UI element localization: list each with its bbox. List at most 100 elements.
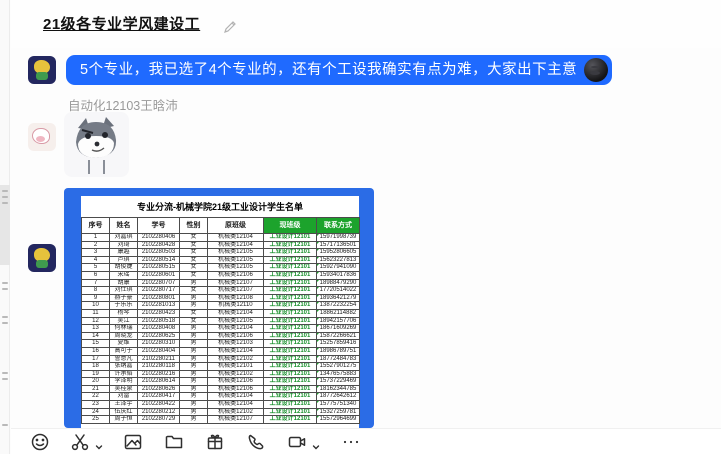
table-cell: 2102280729 <box>138 416 180 424</box>
table-cell: 工业设计12101 <box>264 401 317 409</box>
table-cell: 18936421279 <box>317 294 360 302</box>
table-cell: 工业设计12101 <box>264 317 317 325</box>
image-icon[interactable] <box>123 432 143 452</box>
table-cell: 何林瑞 <box>110 325 138 333</box>
table-cell: 卢琪 <box>110 256 138 264</box>
table-cell: 机械类12105 <box>208 249 264 257</box>
table-cell: 15934017836 <box>317 271 360 279</box>
table-cell: 2102280408 <box>138 325 180 333</box>
table-cell: 2102280614 <box>138 378 180 386</box>
roster-sheet: 专业分流-机械学院21级工业设计学生名单 序号姓名学号性别原班级现班级联系方式1… <box>81 196 359 428</box>
video-call-icon[interactable] <box>287 432 307 452</box>
table-row: 8刘仕琪2102280717女机械类12107工业设计1210117720514… <box>82 287 360 295</box>
emoji-icon[interactable] <box>30 432 50 452</box>
table-cell: 机械类12106 <box>208 271 264 279</box>
edit-title-pencil-icon[interactable] <box>223 20 237 34</box>
avatar-self[interactable] <box>28 244 56 272</box>
table-cell: 2102280211 <box>138 355 180 363</box>
table-cell: 女 <box>180 249 208 257</box>
dark-face-emoji <box>584 58 608 82</box>
table-cell: 工业设计12101 <box>264 416 317 424</box>
table-cell: 工业设计12101 <box>264 309 317 317</box>
table-cell: 13872232254 <box>317 302 360 310</box>
table-cell: 12 <box>82 317 110 325</box>
table-cell: 15775751340 <box>317 401 360 409</box>
roster-image-message[interactable]: 专业分流-机械学院21级工业设计学生名单 序号姓名学号性别原班级现班级联系方式1… <box>64 188 374 428</box>
table-cell: 女 <box>180 241 208 249</box>
table-cell: 宋瑶 <box>110 271 138 279</box>
title-bar: 21级各专业学风建设工 <box>11 0 721 48</box>
table-cell: 男 <box>180 363 208 371</box>
table-row: 22刘雷2102280417男机械类12104工业设计1210118772642… <box>82 393 360 401</box>
table-row: 7胡康2102280707男机械类12107工业设计12101189884792… <box>82 279 360 287</box>
table-cell: 工业设计12101 <box>264 378 317 386</box>
table-row: 4卢琪2102280514女机械类12105工业设计12101156232278… <box>82 256 360 264</box>
folder-icon[interactable] <box>164 432 184 452</box>
more-icon[interactable] <box>341 432 361 452</box>
table-cell: 2102280503 <box>138 249 180 257</box>
avatar-self[interactable] <box>28 56 56 84</box>
table-row: 14周晓龙2102280625男机械类12106工业设计121011587226… <box>82 332 360 340</box>
table-row: 17鲁意凡2102280211男机械类12102工业设计121011877248… <box>82 355 360 363</box>
table-cell: 3 <box>82 249 110 257</box>
voice-call-icon[interactable] <box>246 432 266 452</box>
table-cell: 男 <box>180 408 208 416</box>
table-cell: 2102280212 <box>138 408 180 416</box>
group-title[interactable]: 21级各专业学风建设工 <box>43 13 200 34</box>
husky-dog-sticker[interactable] <box>64 112 129 177</box>
table-row: 1刘嘉琪2102280406女机械类12104工业设计1210115971998… <box>82 234 360 242</box>
chat-window: 21级各专业学风建设工 5个专业，我已选了4个专业的，还有个工设我确实有点为难，… <box>0 0 721 454</box>
table-cell: 伍庆红 <box>110 408 138 416</box>
table-cell: 22 <box>82 393 110 401</box>
table-cell: 2102280406 <box>138 234 180 242</box>
table-cell: 21 <box>82 385 110 393</box>
table-cell: 18671609269 <box>317 325 360 333</box>
table-cell: 2102280417 <box>138 393 180 401</box>
sent-message-bubble[interactable]: 5个专业，我已选了4个专业的，还有个工设我确实有点为难，大家出下主意 <box>66 55 612 85</box>
table-cell: 男 <box>180 385 208 393</box>
table-row: 20李泽明2102280614男机械类12106工业设计121011573722… <box>82 378 360 386</box>
screenshot-scissors-icon[interactable] <box>70 432 90 452</box>
table-cell: 14 <box>82 332 110 340</box>
table-cell: 2102280216 <box>138 370 180 378</box>
gift-box-icon[interactable] <box>205 432 225 452</box>
table-cell: 许承韬 <box>110 370 138 378</box>
scissors-chevron-down-icon[interactable] <box>95 438 103 446</box>
table-cell: 工业设计12101 <box>264 271 317 279</box>
table-cell: 机械类12103 <box>208 340 264 348</box>
table-cell: 男 <box>180 340 208 348</box>
table-cell: 女 <box>180 271 208 279</box>
table-cell: 机械类12104 <box>208 309 264 317</box>
table-cell: 25 <box>82 416 110 424</box>
table-cell: 机械类12108 <box>208 294 264 302</box>
table-cell: 工业设计12101 <box>264 340 317 348</box>
table-cell: 6 <box>82 271 110 279</box>
table-cell: 20 <box>82 378 110 386</box>
table-cell: 机械类12104 <box>208 393 264 401</box>
table-cell: 机械类12102 <box>208 355 264 363</box>
table-cell: 2102280422 <box>138 401 180 409</box>
table-cell: 机械类12104 <box>208 401 264 409</box>
avatar-wanghanpei[interactable] <box>28 123 56 151</box>
table-cell: 18988479290 <box>317 279 360 287</box>
video-chevron-down-icon[interactable] <box>312 438 320 446</box>
table-cell: 机械类12104 <box>208 241 264 249</box>
table-cell: 2102280625 <box>138 332 180 340</box>
table-cell: 机械类12107 <box>208 287 264 295</box>
table-cell: 杨琴 <box>110 309 138 317</box>
table-cell: 7 <box>82 279 110 287</box>
table-cell: 19 <box>82 370 110 378</box>
table-cell: 赫子豪 <box>110 294 138 302</box>
table-cell: 机械类12104 <box>208 234 264 242</box>
table-cell: 机械类12110 <box>208 302 264 310</box>
table-cell: 工业设计12101 <box>264 347 317 355</box>
table-cell: 机械类12107 <box>208 416 264 424</box>
table-cell: 张纳嘉 <box>110 363 138 371</box>
table-cell: 工业设计12101 <box>264 234 317 242</box>
table-cell: 高可于 <box>110 347 138 355</box>
table-cell: 15971998739 <box>317 234 360 242</box>
table-row: 16高可于2102280404男机械类12104工业设计121011898678… <box>82 347 360 355</box>
table-cell: 2102280717 <box>138 287 180 295</box>
roster-header-cell: 姓名 <box>110 218 138 234</box>
table-cell: 刘仕琪 <box>110 287 138 295</box>
